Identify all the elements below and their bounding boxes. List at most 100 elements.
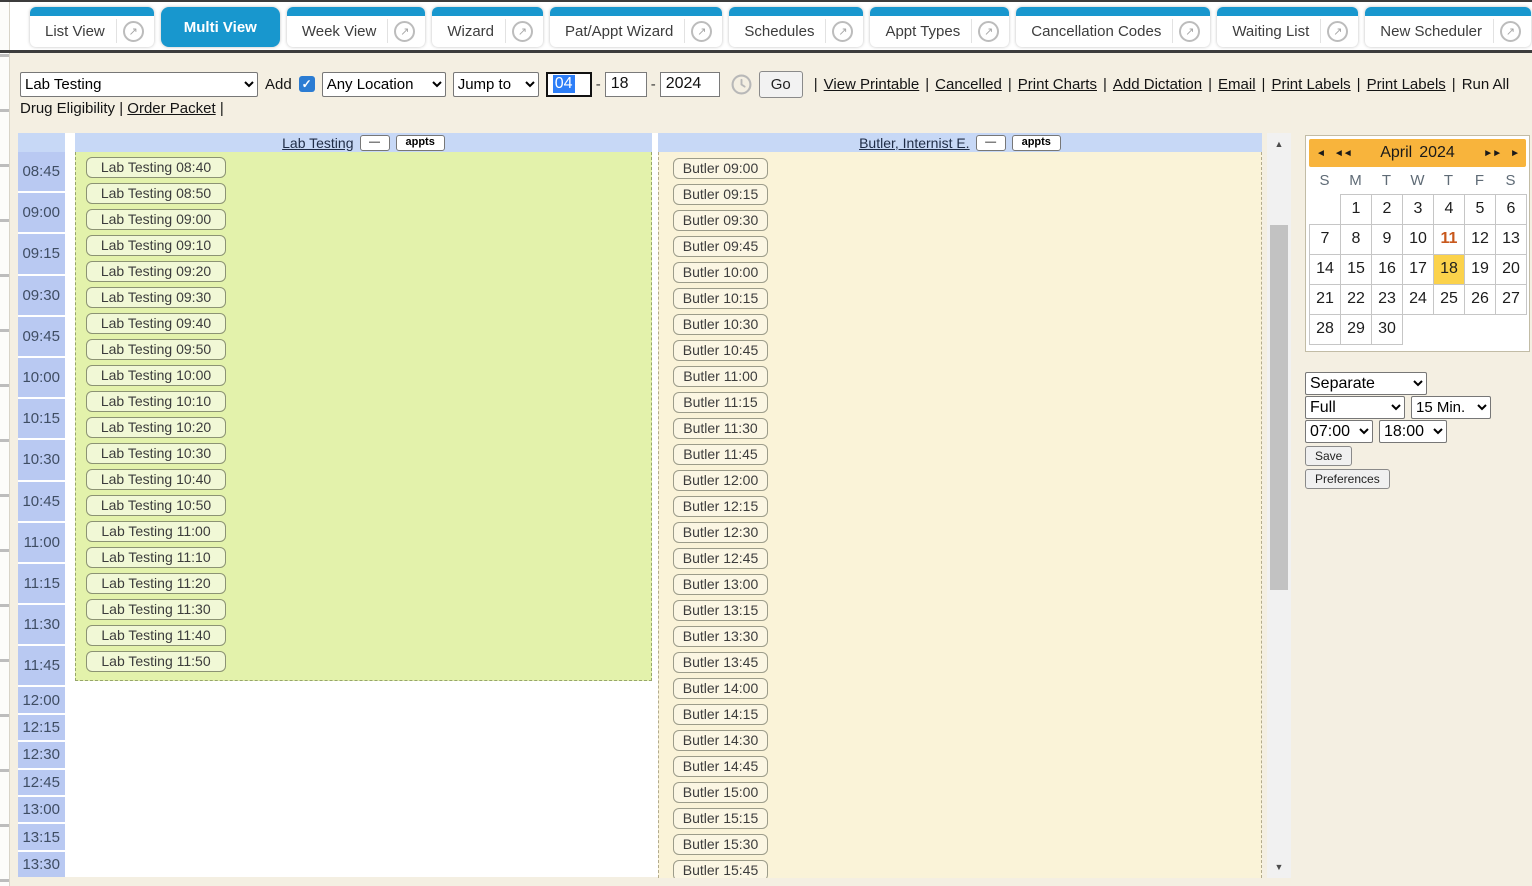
appointment-slot-button[interactable]: Lab Testing 09:10: [86, 235, 226, 256]
appointment-slot-button[interactable]: Butler 13:00: [673, 574, 768, 595]
calendar-day-21[interactable]: 21: [1309, 284, 1341, 315]
open-in-new-icon[interactable]: ↗: [1327, 21, 1348, 42]
appointment-slot-button[interactable]: Butler 11:15: [673, 392, 768, 413]
date-day-input[interactable]: 18: [605, 72, 647, 97]
scroll-down-arrow[interactable]: ▼: [1267, 858, 1291, 876]
calendar-day-22[interactable]: 22: [1340, 284, 1372, 315]
calendar-next-year-icon[interactable]: ►►: [1483, 148, 1501, 159]
date-month-input[interactable]: 04: [546, 72, 592, 97]
tab-new-scheduler[interactable]: New Scheduler↗: [1365, 7, 1531, 47]
lab-testing-column-link[interactable]: Lab Testing: [282, 135, 353, 151]
tab-wizard[interactable]: Wizard↗: [432, 7, 543, 47]
calendar-day-15[interactable]: 15: [1340, 254, 1372, 285]
tab-week-view[interactable]: Week View↗: [287, 7, 425, 47]
link-print-labels[interactable]: Print Labels: [1367, 76, 1446, 93]
appointment-slot-button[interactable]: Butler 09:45: [673, 236, 768, 257]
butler-minimize-button[interactable]: —: [976, 135, 1006, 151]
preferences-button[interactable]: Preferences: [1305, 469, 1390, 489]
tab-cancellation-codes[interactable]: Cancellation Codes↗: [1016, 7, 1210, 47]
scrollbar-thumb[interactable]: [1270, 225, 1288, 590]
link-email[interactable]: Email: [1218, 76, 1256, 93]
tab-list-view[interactable]: List View↗: [30, 7, 154, 47]
appointment-slot-button[interactable]: Butler 09:00: [673, 158, 768, 179]
jump-to-select[interactable]: Jump to: [453, 72, 539, 97]
calendar-day-7[interactable]: 7: [1309, 224, 1341, 255]
tab-multi-view[interactable]: Multi View: [161, 7, 280, 47]
calendar-day-20[interactable]: 20: [1495, 254, 1527, 285]
calendar-day-8[interactable]: 8: [1340, 224, 1372, 255]
provider-select[interactable]: Lab Testing: [20, 72, 258, 97]
appointment-slot-button[interactable]: Butler 14:00: [673, 678, 768, 699]
appointment-slot-button[interactable]: Butler 10:45: [673, 340, 768, 361]
appointment-slot-button[interactable]: Butler 13:30: [673, 626, 768, 647]
go-button[interactable]: Go: [759, 71, 803, 98]
calendar-day-9[interactable]: 9: [1371, 224, 1403, 255]
appointment-slot-button[interactable]: Butler 10:00: [673, 262, 768, 283]
link-cancelled[interactable]: Cancelled: [935, 76, 1002, 93]
appointment-slot-button[interactable]: Lab Testing 08:40: [86, 157, 226, 178]
link-view-printable[interactable]: View Printable: [824, 76, 920, 93]
calendar-prev-year-icon[interactable]: ◄◄: [1334, 148, 1352, 159]
appointment-slot-button[interactable]: Lab Testing 09:30: [86, 287, 226, 308]
appointment-slot-button[interactable]: Lab Testing 10:30: [86, 443, 226, 464]
appointment-slot-button[interactable]: Butler 09:15: [673, 184, 768, 205]
calendar-prev-icon[interactable]: ◄: [1316, 148, 1325, 159]
open-in-new-icon[interactable]: ↗: [832, 21, 853, 42]
lab-minimize-button[interactable]: —: [360, 135, 390, 151]
scroll-up-arrow[interactable]: ▲: [1267, 135, 1291, 153]
calendar-day-1[interactable]: 1: [1340, 194, 1372, 225]
calendar-day-13[interactable]: 13: [1495, 224, 1527, 255]
appointment-slot-button[interactable]: Butler 11:30: [673, 418, 768, 439]
link-add-dictation[interactable]: Add Dictation: [1113, 76, 1202, 93]
appointment-slot-button[interactable]: Butler 15:00: [673, 782, 768, 803]
calendar-day-17[interactable]: 17: [1402, 254, 1434, 285]
appointment-slot-button[interactable]: Lab Testing 11:00: [86, 521, 226, 542]
appointment-slot-button[interactable]: Butler 12:00: [673, 470, 768, 491]
add-checkbox[interactable]: ✓: [299, 76, 315, 92]
appointment-slot-button[interactable]: Lab Testing 09:40: [86, 313, 226, 334]
appointment-slot-button[interactable]: Butler 15:45: [673, 860, 768, 878]
appointment-slot-button[interactable]: Butler 15:30: [673, 834, 768, 855]
calendar-day-12[interactable]: 12: [1464, 224, 1496, 255]
appointment-slot-button[interactable]: Lab Testing 10:00: [86, 365, 226, 386]
tab-pat-appt-wizard[interactable]: Pat/Appt Wizard↗: [550, 7, 722, 47]
link-print-charts[interactable]: Print Charts: [1018, 76, 1097, 93]
tab-waiting-list[interactable]: Waiting List↗: [1217, 7, 1358, 47]
calendar-day-14[interactable]: 14: [1309, 254, 1341, 285]
calendar-day-27[interactable]: 27: [1495, 284, 1527, 315]
calendar-day-11[interactable]: 11: [1433, 224, 1465, 255]
calendar-day-5[interactable]: 5: [1464, 194, 1496, 225]
calendar-next-icon[interactable]: ►: [1510, 148, 1519, 159]
butler-column-link[interactable]: Butler, Internist E.: [859, 135, 970, 151]
location-select[interactable]: Any Location: [322, 72, 446, 97]
appointment-slot-button[interactable]: Lab Testing 11:50: [86, 651, 226, 672]
calendar-day-30[interactable]: 30: [1371, 314, 1403, 345]
appointment-slot-button[interactable]: Butler 11:00: [673, 366, 768, 387]
appointment-slot-button[interactable]: Lab Testing 11:30: [86, 599, 226, 620]
appointment-slot-button[interactable]: Butler 14:30: [673, 730, 768, 751]
vertical-scrollbar[interactable]: ▲ ▼: [1267, 133, 1291, 878]
appointment-slot-button[interactable]: Lab Testing 10:50: [86, 495, 226, 516]
run-all-link[interactable]: Run All: [1462, 76, 1510, 93]
interval-select[interactable]: 15 Min.: [1411, 396, 1491, 419]
appointment-slot-button[interactable]: Lab Testing 10:10: [86, 391, 226, 412]
appointment-slot-button[interactable]: Butler 10:30: [673, 314, 768, 335]
open-in-new-icon[interactable]: ↗: [512, 21, 533, 42]
open-in-new-icon[interactable]: ↗: [691, 21, 712, 42]
butler-appts-button[interactable]: appts: [1012, 135, 1061, 151]
open-in-new-icon[interactable]: ↗: [1179, 21, 1200, 42]
calendar-day-2[interactable]: 2: [1371, 194, 1403, 225]
appointment-slot-button[interactable]: Lab Testing 10:20: [86, 417, 226, 438]
link-print-labels[interactable]: Print Labels: [1271, 76, 1350, 93]
open-in-new-icon[interactable]: ↗: [1500, 21, 1521, 42]
calendar-day-19[interactable]: 19: [1464, 254, 1496, 285]
appointment-slot-button[interactable]: Butler 10:15: [673, 288, 768, 309]
calendar-day-26[interactable]: 26: [1464, 284, 1496, 315]
appointment-slot-button[interactable]: Lab Testing 08:50: [86, 183, 226, 204]
start-time-select[interactable]: 07:00: [1305, 420, 1373, 443]
calendar-day-18[interactable]: 18: [1433, 254, 1465, 285]
open-in-new-icon[interactable]: ↗: [978, 21, 999, 42]
appointment-slot-button[interactable]: Butler 11:45: [673, 444, 768, 465]
calendar-day-10[interactable]: 10: [1402, 224, 1434, 255]
calendar-day-29[interactable]: 29: [1340, 314, 1372, 345]
